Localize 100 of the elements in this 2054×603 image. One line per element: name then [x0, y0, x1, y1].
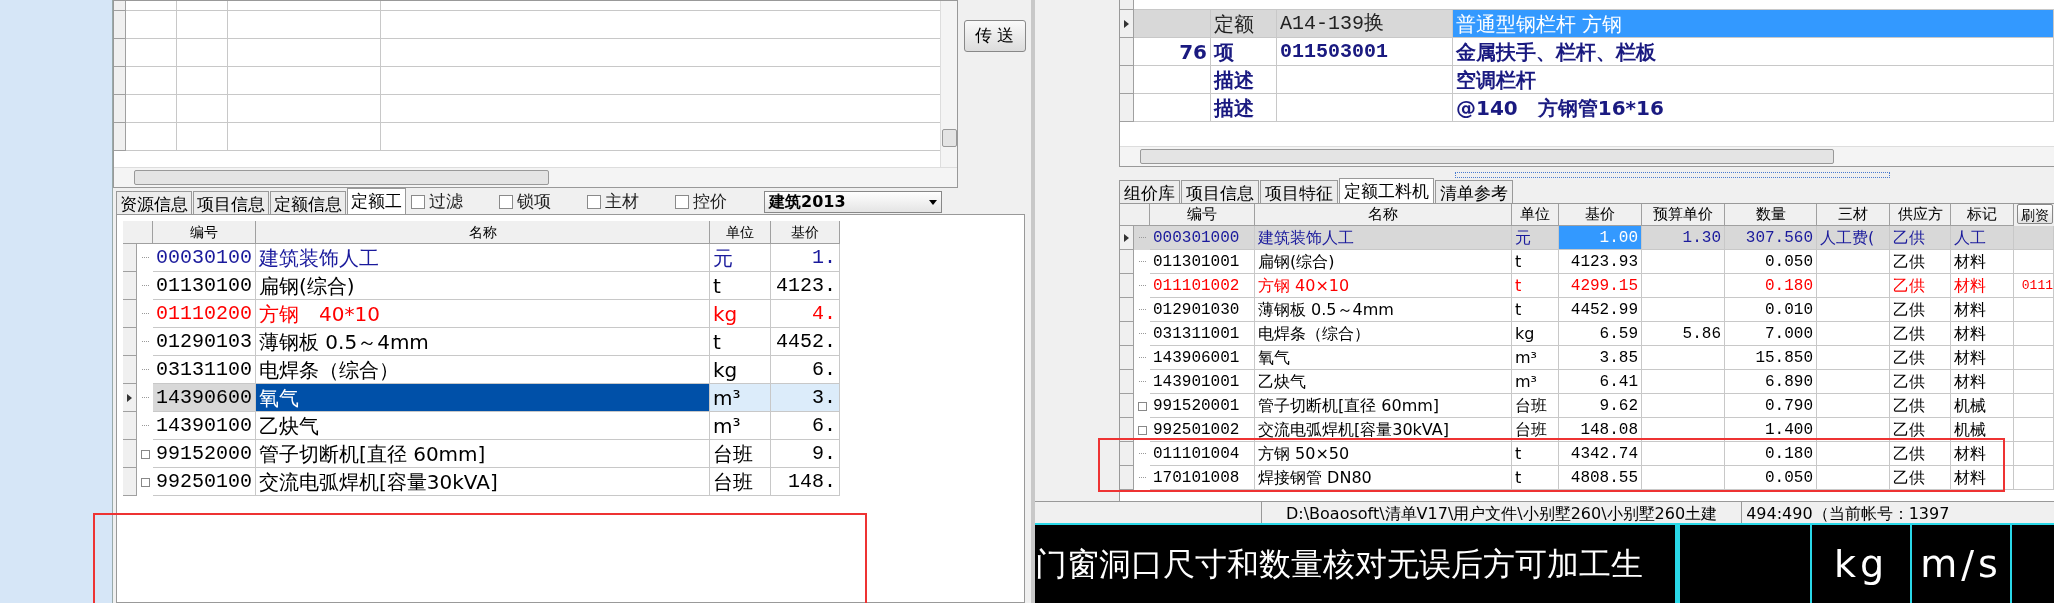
table-cell: 乙供	[1890, 370, 1951, 394]
column-header[interactable]: 单位	[1512, 204, 1559, 226]
column-header[interactable]: 单位	[710, 221, 771, 244]
table-cell: 15.850	[1725, 346, 1817, 370]
column-header[interactable]: 基价	[771, 221, 840, 244]
horizontal-scrollbar[interactable]	[114, 167, 957, 187]
tab[interactable]: 定额工	[347, 188, 406, 214]
table-cell: 4123.	[771, 272, 840, 300]
tab[interactable]: 定额信息	[270, 191, 346, 214]
expand-icon[interactable]	[1137, 401, 1147, 411]
table-cell: 人工费(	[1817, 226, 1890, 250]
table-cell: 4452.	[771, 328, 840, 356]
table-cell: 台班	[710, 468, 771, 496]
table-cell: 143906001	[1150, 346, 1255, 370]
table-cell: 76	[1134, 38, 1211, 66]
table-cell: 机械	[1951, 418, 2014, 442]
table-cell	[2014, 370, 2054, 394]
table-cell: 3.	[771, 384, 840, 412]
table-cell: 乙供	[1890, 226, 1951, 250]
table-cell: 机械	[1951, 394, 2014, 418]
table-cell	[2014, 226, 2054, 250]
table-cell: 4808.55	[1559, 466, 1642, 490]
expand-icon[interactable]	[140, 477, 150, 487]
table-cell	[177, 67, 228, 95]
column-header[interactable]: 基价	[1559, 204, 1642, 226]
table-cell: kg	[1512, 322, 1559, 346]
table-cell: 011301001	[1150, 250, 1255, 274]
table-cell	[126, 123, 177, 151]
tab[interactable]: 定额工料机	[1339, 178, 1434, 203]
table-cell: 扁钢(综合)	[1255, 250, 1512, 274]
tab[interactable]: 组价库	[1119, 180, 1180, 203]
checkbox-label: 锁项	[517, 190, 551, 214]
column-header[interactable]: 编号	[1150, 204, 1255, 226]
table-cell: 1.	[771, 244, 840, 272]
column-header[interactable]: 预算单价	[1642, 204, 1725, 226]
table-cell: t	[710, 328, 771, 356]
table-cell: 6.890	[1725, 370, 1817, 394]
checkbox[interactable]	[411, 195, 425, 209]
row-header[interactable]	[1120, 226, 1134, 250]
send-button[interactable]: 传 送	[963, 20, 1026, 52]
table-cell: 307.560	[1725, 226, 1817, 250]
table-cell	[126, 1, 177, 11]
table-cell: 170101008	[1150, 466, 1255, 490]
column-header[interactable]: 编号	[153, 221, 256, 244]
scroll-thumb[interactable]	[1140, 149, 1834, 164]
table-cell: 3.85	[1559, 346, 1642, 370]
scroll-thumb[interactable]	[134, 170, 549, 185]
refresh-button[interactable]: 刷资	[2017, 204, 2053, 224]
column-header[interactable]: 名称	[256, 221, 710, 244]
column-header[interactable]: 标记	[1951, 204, 2014, 226]
row-pointer-icon	[1124, 233, 1129, 242]
table-cell: 6.41	[1559, 370, 1642, 394]
table-cell: 00030100	[153, 244, 256, 272]
table-cell: 交流电弧焊机[容量30kVA]	[256, 468, 710, 496]
checkbox[interactable]	[675, 195, 689, 209]
column-header[interactable]: 供应方	[1890, 204, 1951, 226]
table-cell: 99152000	[153, 440, 256, 468]
table-cell: 4123.93	[1559, 250, 1642, 274]
tab[interactable]: 项目特征	[1260, 180, 1338, 203]
checkbox[interactable]	[499, 195, 513, 209]
table-cell: 薄钢板 0.5～4mm	[1255, 298, 1512, 322]
table-cell	[126, 95, 177, 123]
column-header[interactable]: 数量	[1725, 204, 1817, 226]
expand-icon[interactable]	[140, 449, 150, 459]
splitter[interactable]	[1455, 172, 1890, 178]
column-header[interactable]: 三材	[1817, 204, 1890, 226]
table-cell	[126, 11, 177, 39]
table-cell: kg	[710, 300, 771, 328]
table-cell: m³	[710, 384, 771, 412]
table-cell: 方钢 40*10	[256, 300, 710, 328]
column-header[interactable]: 名称	[1255, 204, 1512, 226]
checkbox-label: 过滤	[429, 190, 463, 214]
table-cell	[2014, 394, 2054, 418]
position-text: 494:490（当前帐号：1397	[1745, 503, 1951, 523]
tab[interactable]: 资源信息	[116, 191, 192, 214]
tab[interactable]: 清单参考	[1435, 180, 1513, 203]
horizontal-scrollbar[interactable]	[1120, 146, 2054, 166]
table-cell: 000301000	[1150, 226, 1255, 250]
scroll-thumb[interactable]	[941, 129, 957, 147]
table-cell: 乙炔气	[1255, 370, 1512, 394]
table-cell: 材料	[1951, 370, 2014, 394]
table-cell: 乙供	[1890, 274, 1951, 298]
table-cell: 4.	[771, 300, 840, 328]
table-cell: 5.86	[1642, 322, 1725, 346]
vertical-scrollbar[interactable]	[940, 1, 957, 167]
row-header[interactable]	[123, 384, 137, 412]
library-dropdown[interactable]: 建筑2013	[764, 191, 942, 213]
table-cell: 台班	[1512, 418, 1559, 442]
table-cell: 011101002	[1150, 274, 1255, 298]
table-cell: 材料	[1951, 298, 2014, 322]
table-cell: 台班	[1512, 394, 1559, 418]
table-cell: 991520001	[1150, 394, 1255, 418]
table-cell: 6.59	[1559, 322, 1642, 346]
tab[interactable]: 项目信息	[1181, 180, 1259, 203]
tab[interactable]: 项目信息	[193, 191, 269, 214]
checkbox[interactable]	[587, 195, 601, 209]
row-header[interactable]	[1120, 10, 1134, 38]
expand-icon[interactable]	[1137, 425, 1147, 435]
table-cell: 扁钢(综合)	[256, 272, 710, 300]
checkbox-label: 控价	[693, 190, 727, 214]
